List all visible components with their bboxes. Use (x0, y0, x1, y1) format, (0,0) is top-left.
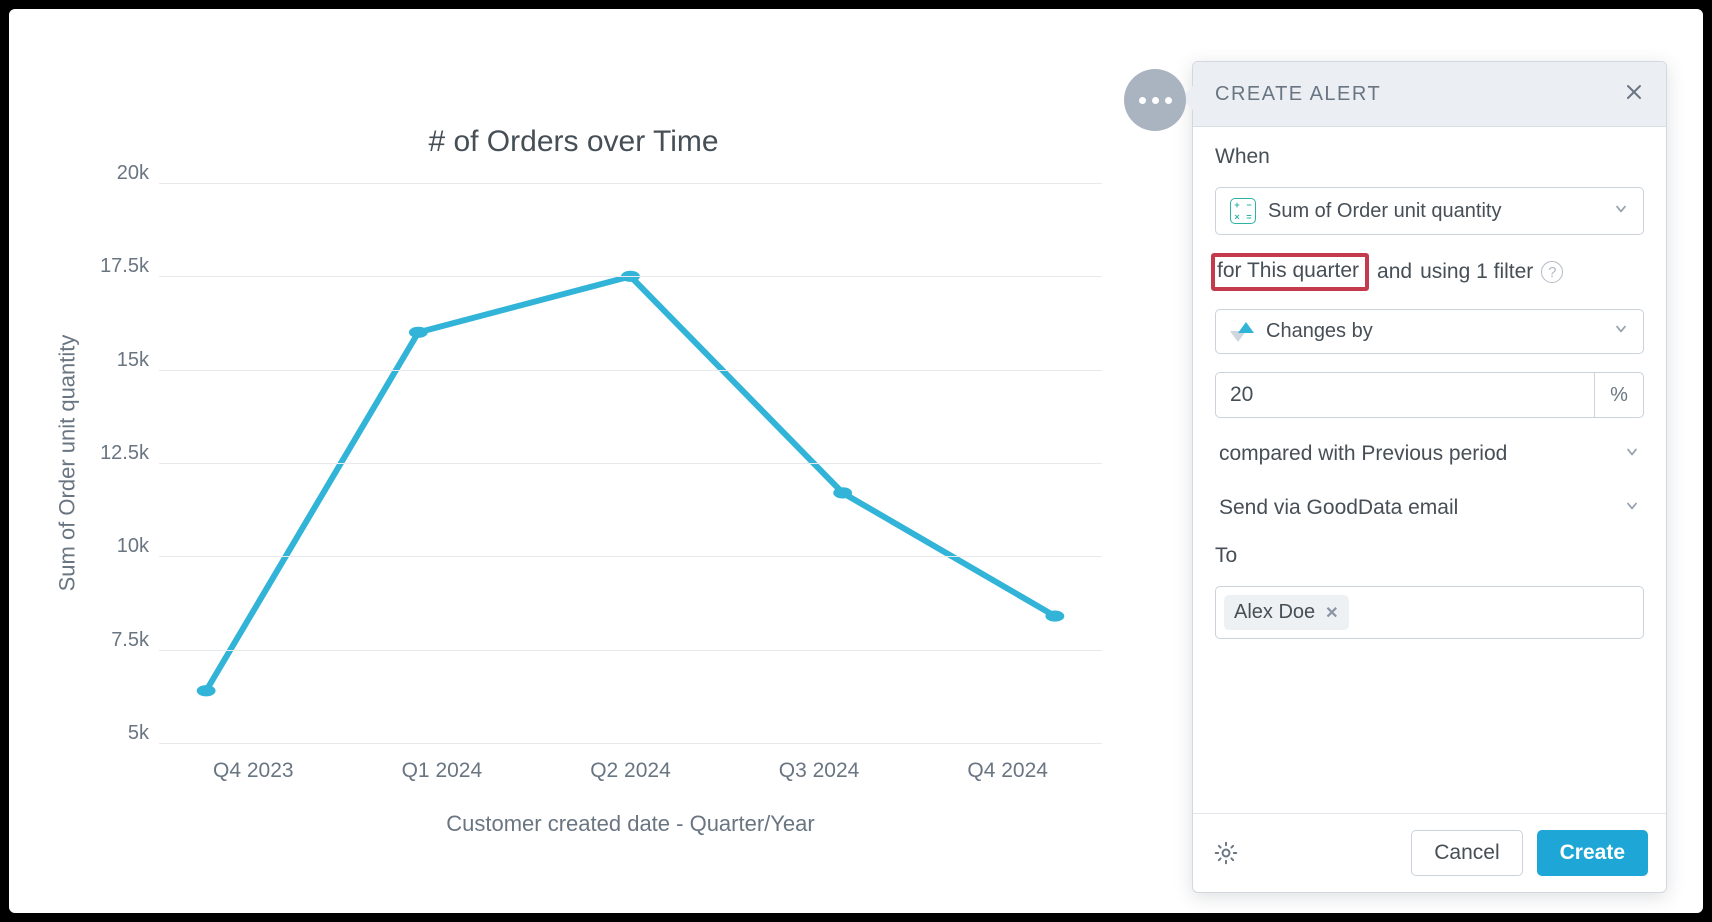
chart-widget: # of Orders over Time Sum of Order unit … (45, 45, 1192, 893)
chart-point[interactable] (197, 685, 216, 696)
y-tick-label: 5k (128, 722, 149, 744)
y-axis-label-col: Sum of Order unit quantity (45, 183, 89, 743)
x-tick-label: Q4 2024 (913, 743, 1102, 783)
for-period: This quarter (1247, 259, 1359, 282)
alert-panel-footer: Cancel Create (1193, 813, 1666, 892)
using-filter-text: using 1 filter (1420, 260, 1533, 284)
recipients-input[interactable]: Alex Doe ✕ (1215, 586, 1644, 639)
alert-panel-header: CREATE ALERT (1193, 62, 1666, 127)
condition-select[interactable]: Changes by (1215, 309, 1644, 354)
send-via-value: Send via GoodData email (1219, 496, 1458, 520)
metric-select[interactable]: +−×= Sum of Order unit quantity (1215, 187, 1644, 235)
ellipsis-icon (1152, 97, 1159, 104)
close-icon[interactable] (1624, 82, 1644, 106)
recipient-chip-label: Alex Doe (1234, 601, 1315, 624)
for-prefix: for (1217, 259, 1242, 282)
gridline (159, 370, 1102, 371)
send-via-select[interactable]: Send via GoodData email (1215, 490, 1644, 526)
y-tick-label: 17.5k (100, 255, 149, 277)
threshold-input[interactable] (1215, 372, 1594, 418)
highlighted-period-box: for This quarter (1211, 253, 1369, 291)
gridline (159, 183, 1102, 184)
chevron-down-icon (1613, 320, 1629, 343)
compared-with-value: compared with Previous period (1219, 442, 1507, 466)
create-button[interactable]: Create (1537, 830, 1648, 876)
x-axis-ticks: Q4 2023Q1 2024Q2 2024Q3 2024Q4 2024 (159, 743, 1102, 783)
gridline (159, 650, 1102, 651)
x-tick-label: Q3 2024 (725, 743, 914, 783)
y-tick-label: 7.5k (111, 629, 149, 651)
chart-point[interactable] (833, 487, 852, 498)
alert-panel-title: CREATE ALERT (1215, 83, 1381, 106)
y-tick-label: 12.5k (100, 442, 149, 464)
threshold-value-row: % (1215, 372, 1644, 418)
chart-title: # of Orders over Time (45, 125, 1102, 159)
y-tick-label: 10k (117, 535, 149, 557)
widget-container: # of Orders over Time Sum of Order unit … (9, 9, 1703, 913)
gear-icon[interactable] (1211, 838, 1241, 868)
to-label: To (1215, 544, 1644, 568)
y-axis-label: Sum of Order unit quantity (54, 335, 80, 592)
cancel-button[interactable]: Cancel (1411, 830, 1522, 876)
compared-with-select[interactable]: compared with Previous period (1215, 436, 1644, 472)
x-tick-label: Q2 2024 (536, 743, 725, 783)
x-tick-label: Q1 2024 (348, 743, 537, 783)
chart-plot-row: Sum of Order unit quantity 20k17.5k15k12… (45, 183, 1102, 743)
threshold-unit: % (1594, 372, 1644, 418)
remove-recipient-icon[interactable]: ✕ (1325, 603, 1338, 623)
gridline (159, 463, 1102, 464)
alert-panel-body: When +−×= Sum of Order unit quantity for… (1193, 127, 1666, 813)
x-axis-label: Customer created date - Quarter/Year (159, 811, 1102, 837)
chart-line (206, 276, 1055, 690)
x-tick-label: Q4 2023 (159, 743, 348, 783)
gridline (159, 743, 1102, 744)
y-axis-ticks: 20k17.5k15k12.5k10k7.5k5k (89, 183, 159, 743)
chart-point[interactable] (409, 327, 428, 338)
gridline (159, 276, 1102, 277)
recipient-chip: Alex Doe ✕ (1224, 595, 1349, 630)
gridline (159, 556, 1102, 557)
metric-icon: +−×= (1230, 198, 1256, 224)
condition-select-value: Changes by (1266, 320, 1373, 343)
chevron-down-icon (1624, 496, 1640, 520)
screenshot-frame: # of Orders over Time Sum of Order unit … (0, 0, 1712, 922)
ellipsis-icon (1165, 97, 1172, 104)
chart-point[interactable] (1045, 610, 1064, 621)
help-icon[interactable]: ? (1541, 261, 1563, 283)
when-label: When (1215, 145, 1644, 169)
filter-summary-text: for This quarter and using 1 filter ? (1215, 253, 1644, 291)
chevron-down-icon (1624, 442, 1640, 466)
more-options-button[interactable] (1124, 69, 1186, 131)
metric-select-value: Sum of Order unit quantity (1268, 200, 1501, 223)
ellipsis-icon (1139, 97, 1146, 104)
create-alert-panel: CREATE ALERT When +−×= Sum of Order unit… (1192, 61, 1667, 893)
y-tick-label: 15k (117, 349, 149, 371)
changes-by-icon (1230, 322, 1254, 342)
y-tick-label: 20k (117, 162, 149, 184)
chart-plot-area (159, 183, 1102, 743)
and-text: and (1377, 260, 1412, 284)
chevron-down-icon (1613, 200, 1629, 223)
